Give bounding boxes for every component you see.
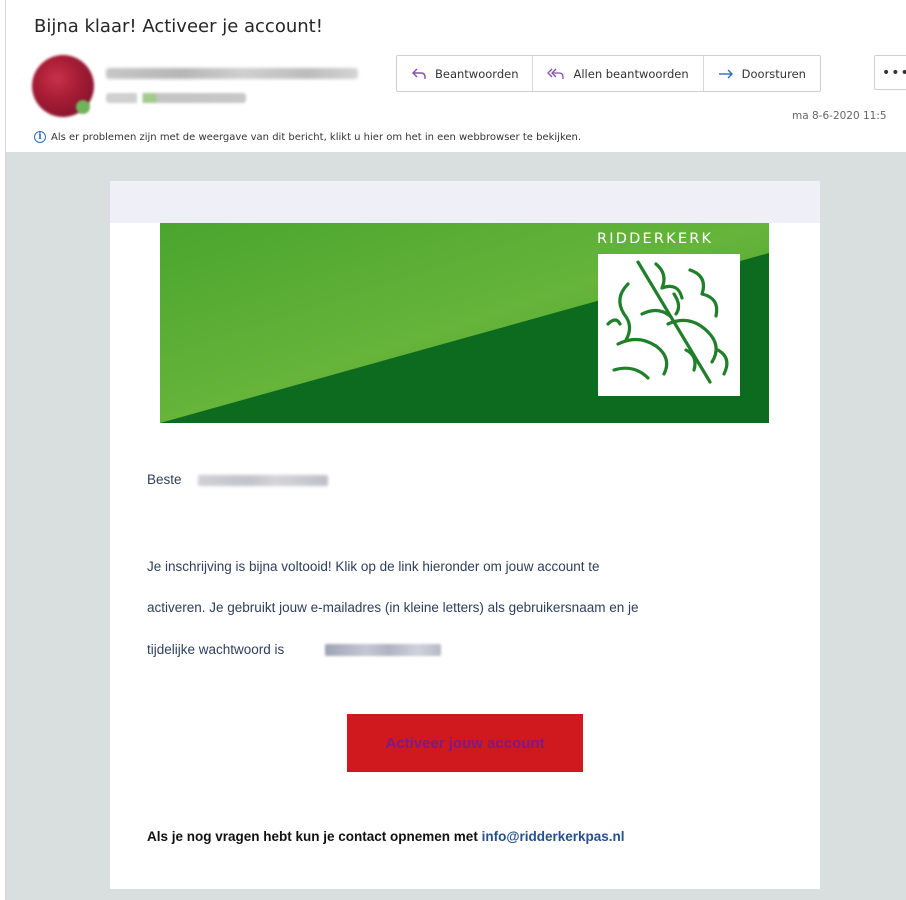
email-subject: Bijna klaar! Activeer je account! <box>34 16 323 37</box>
reply-all-arrow-icon <box>547 67 565 81</box>
reply-arrow-icon <box>411 67 427 81</box>
info-icon: i <box>34 131 46 143</box>
sender-name-redacted <box>106 68 358 79</box>
reply-all-button[interactable]: Allen beantwoorden <box>533 56 704 91</box>
presence-status-dot <box>76 100 90 114</box>
forward-label: Doorsturen <box>741 66 806 81</box>
recipient-name-redacted <box>198 475 328 486</box>
email-card-header-strip <box>110 181 820 223</box>
recipient-redacted <box>106 93 246 103</box>
body-line-3: tijdelijke wachtwoord is <box>147 642 285 657</box>
temporary-password-redacted <box>325 644 441 656</box>
body-line-2: activeren. Je gebruikt jouw e-mailadres … <box>147 600 639 615</box>
forward-button[interactable]: Doorsturen <box>704 56 820 91</box>
greeting-text: Beste <box>147 472 182 487</box>
message-actions-toolbar: Beantwoorden Allen beantwoorden Doorstur… <box>396 55 821 92</box>
display-problem-infobar[interactable]: i Als er problemen zijn met de weergave … <box>34 131 581 143</box>
activate-account-button[interactable]: Activeer jouw account <box>347 714 583 772</box>
reply-button[interactable]: Beantwoorden <box>397 56 534 91</box>
contact-email-link[interactable]: info@ridderkerkpas.nl <box>482 829 625 844</box>
brand-name: RIDDERKERK <box>597 231 714 247</box>
contact-line: Als je nog vragen hebt kun je contact op… <box>147 829 625 844</box>
infobar-text: Als er problemen zijn met de weergave va… <box>51 131 582 143</box>
forward-arrow-icon <box>718 67 734 81</box>
reply-all-label: Allen beantwoorden <box>573 66 689 81</box>
knight-on-horse-logo <box>598 254 740 396</box>
more-actions-button[interactable]: ••• <box>874 55 906 90</box>
contact-text: Als je nog vragen hebt kun je contact op… <box>147 829 478 844</box>
body-line-1: Je inschrijving is bijna voltooid! Klik … <box>147 559 600 574</box>
received-date: ma 8-6-2020 11:5 <box>792 110 887 122</box>
reply-label: Beantwoorden <box>435 66 519 81</box>
